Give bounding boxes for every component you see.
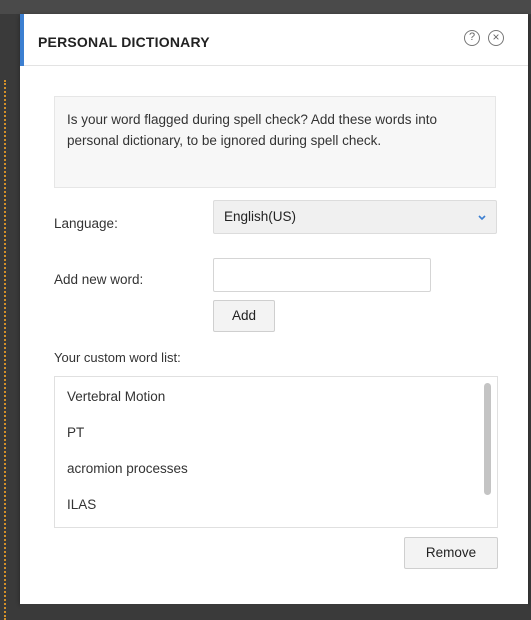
info-message: Is your word flagged during spell check?… xyxy=(54,96,496,188)
word-list-heading: Your custom word list: xyxy=(54,350,181,365)
list-item[interactable]: acromion processes xyxy=(67,461,188,476)
language-select[interactable]: English(US) xyxy=(213,200,497,234)
chevron-down-icon xyxy=(478,215,486,221)
header-accent-bar xyxy=(20,14,24,66)
add-word-label: Add new word: xyxy=(54,272,144,287)
dotted-guide-line xyxy=(4,80,6,620)
add-word-input[interactable] xyxy=(213,258,431,292)
background-bottom xyxy=(20,604,528,620)
background-page-strip xyxy=(0,0,531,14)
language-label: Language: xyxy=(54,216,118,231)
language-selected-value: English(US) xyxy=(224,209,297,224)
dialog-header: PERSONAL DICTIONARY ? × xyxy=(20,14,528,66)
list-item[interactable]: ILAS xyxy=(67,497,96,512)
info-text: Is your word flagged during spell check?… xyxy=(67,112,437,148)
help-icon[interactable]: ? xyxy=(464,30,480,46)
add-button[interactable]: Add xyxy=(213,300,275,332)
list-item[interactable]: Vertebral Motion xyxy=(67,389,165,404)
list-scrollbar[interactable] xyxy=(484,383,491,495)
remove-button[interactable]: Remove xyxy=(404,537,498,569)
custom-word-list[interactable]: Vertebral Motion PT acromion processes I… xyxy=(54,376,498,528)
dialog-title: PERSONAL DICTIONARY xyxy=(38,34,210,50)
list-item[interactable]: PT xyxy=(67,425,84,440)
personal-dictionary-dialog: PERSONAL DICTIONARY ? × Is your word fla… xyxy=(20,14,528,604)
close-icon[interactable]: × xyxy=(488,30,504,46)
